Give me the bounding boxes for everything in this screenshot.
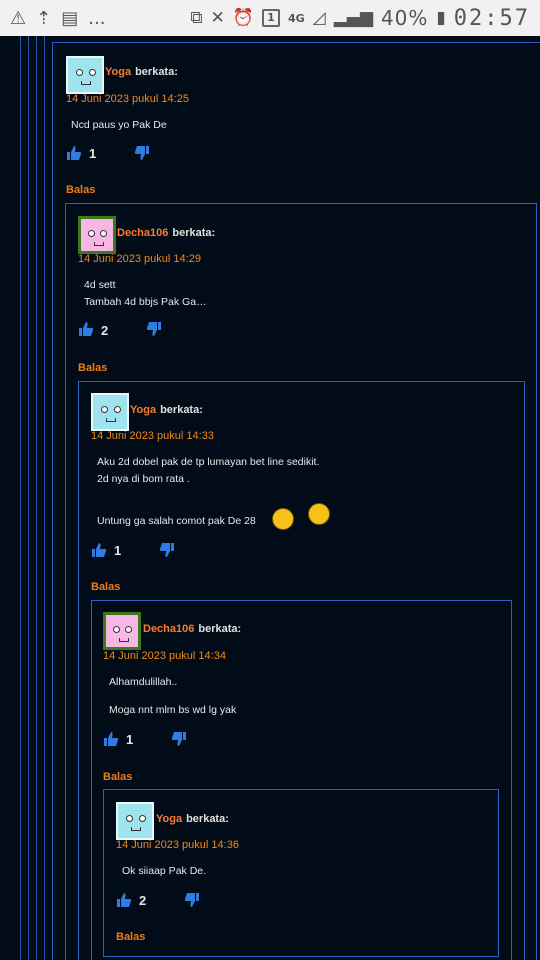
- battery-percent: 40%: [380, 6, 429, 30]
- comment-author[interactable]: Decha106 berkata:: [143, 623, 241, 635]
- comment-text: 4d sett: [84, 279, 116, 291]
- like-count: 1: [126, 732, 134, 747]
- thread-rail: [36, 36, 37, 960]
- author-says: berkata:: [186, 813, 229, 825]
- author-name[interactable]: Decha106: [143, 623, 194, 635]
- avatar[interactable]: [66, 56, 104, 94]
- thread-rail: [28, 36, 29, 960]
- avatar-mouth: [94, 242, 104, 246]
- thread-rail: [44, 36, 45, 960]
- reply-link[interactable]: Balas: [78, 362, 107, 374]
- cast-icon: ⧉: [190, 8, 203, 28]
- warning-icon: ⚠: [10, 7, 27, 29]
- thumbs-down-icon[interactable]: [146, 321, 162, 337]
- avatar-eye: [76, 69, 83, 76]
- signal-icon: ◿: [312, 8, 326, 28]
- comment-author[interactable]: Yoga berkata:: [130, 404, 203, 416]
- avatar-eye: [101, 406, 108, 413]
- like-count: 2: [101, 323, 109, 338]
- status-bar: ⚠ ⇡ ▤ ... ⧉ ✕ ⏰ 1 4G ◿ ▂▄▆ 40% ▮ 02:57: [0, 0, 540, 36]
- thumbs-up-icon[interactable]: [66, 145, 82, 161]
- avatar-eye: [113, 626, 120, 633]
- avatar-eye: [89, 69, 96, 76]
- author-says: berkata:: [160, 404, 203, 416]
- avatar-eye: [100, 230, 107, 237]
- avatar-mouth: [131, 827, 141, 831]
- winged-smiley-icon: [272, 508, 294, 530]
- thumbs-down-icon[interactable]: [159, 542, 175, 558]
- reply-link[interactable]: Balas: [103, 771, 132, 783]
- comment-author[interactable]: Decha106 berkata:: [117, 227, 215, 239]
- thumbs-down-icon[interactable]: [184, 892, 200, 908]
- like-count: 2: [139, 893, 147, 908]
- comment-text: Alhamdulillah..: [109, 676, 178, 688]
- comment-text: Aku 2d dobel pak de tp lumayan bet line …: [97, 456, 320, 468]
- comment-text: Moga nnt mlm bs wd lg yak: [109, 704, 237, 716]
- reply-link[interactable]: Balas: [91, 581, 120, 593]
- comment-text: 2d nya di bom rata .: [97, 473, 190, 485]
- avatar-eye: [139, 815, 146, 822]
- battery-icon: ▮: [436, 8, 446, 28]
- avatar-eye: [114, 406, 121, 413]
- comment-text: Ncd paus yo Pak De: [71, 119, 167, 131]
- thumbs-down-icon[interactable]: [171, 731, 187, 747]
- avatar[interactable]: [78, 216, 116, 254]
- overflow-indicator: ...: [88, 7, 106, 29]
- avatar-mouth: [119, 638, 129, 642]
- author-name[interactable]: Yoga: [105, 66, 131, 78]
- comment-author[interactable]: Yoga berkata:: [105, 66, 178, 78]
- thumbs-up-icon[interactable]: [103, 731, 119, 747]
- author-name[interactable]: Yoga: [130, 404, 156, 416]
- avatar[interactable]: [103, 612, 141, 650]
- thumbs-down-icon[interactable]: [134, 145, 150, 161]
- avatar-mouth: [106, 418, 116, 422]
- network-type: 4G: [287, 11, 305, 25]
- usb-debug-icon: ⇡: [36, 7, 52, 29]
- author-name[interactable]: Yoga: [156, 813, 182, 825]
- like-count: 1: [89, 146, 97, 161]
- avatar-eye: [126, 815, 133, 822]
- author-says: berkata:: [135, 66, 178, 78]
- comment-text: Tambah 4d bbjs Pak Ga…: [84, 296, 207, 308]
- avatar-eye: [125, 626, 132, 633]
- avatar[interactable]: [116, 802, 154, 840]
- comment-date[interactable]: 14 Juni 2023 pukul 14:33: [91, 430, 214, 442]
- sim-indicator: 1: [261, 9, 280, 27]
- alarm-icon: ⏰: [232, 8, 254, 28]
- thumbs-up-icon[interactable]: [78, 321, 94, 337]
- comment-date[interactable]: 14 Juni 2023 pukul 14:29: [78, 253, 201, 265]
- mute-icon: ✕: [210, 8, 225, 28]
- clock: 02:57: [453, 5, 530, 31]
- reply-link[interactable]: Balas: [116, 931, 145, 943]
- author-says: berkata:: [172, 227, 216, 239]
- thumbs-up-icon[interactable]: [91, 542, 107, 558]
- comment-date[interactable]: 14 Juni 2023 pukul 14:25: [66, 93, 189, 105]
- comment-text: Untung ga salah comot pak De 28: [97, 515, 256, 527]
- thumbs-up-icon[interactable]: [116, 892, 132, 908]
- avatar-eye: [88, 230, 95, 237]
- thread-rail: [20, 36, 21, 960]
- comment-author[interactable]: Yoga berkata:: [156, 813, 229, 825]
- laughing-smiley-icon: [308, 503, 330, 525]
- author-name[interactable]: Decha106: [117, 227, 168, 239]
- news-icon: ▤: [61, 7, 79, 29]
- avatar[interactable]: [91, 393, 129, 431]
- reply-link[interactable]: Balas: [66, 184, 95, 196]
- signal-bars-icon: ▂▄▆: [333, 8, 373, 28]
- comment-date[interactable]: 14 Juni 2023 pukul 14:34: [103, 650, 226, 662]
- comment-text: Ok siiaap Pak De.: [122, 865, 207, 877]
- comment-thread[interactable]: Yoga berkata: 14 Juni 2023 pukul 14:25 Nc…: [0, 36, 540, 960]
- avatar-mouth: [81, 81, 91, 85]
- author-says: berkata:: [198, 623, 242, 635]
- comment-date[interactable]: 14 Juni 2023 pukul 14:36: [116, 839, 239, 851]
- like-count: 1: [114, 543, 122, 558]
